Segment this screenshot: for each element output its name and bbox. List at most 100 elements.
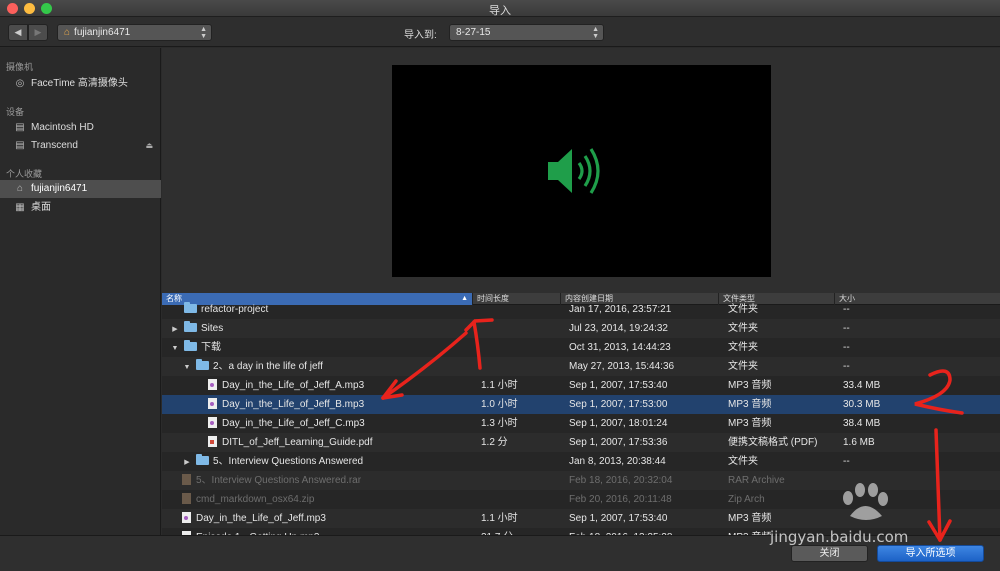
disclosure-collapsed-icon[interactable]: ▶: [182, 453, 192, 472]
nav-buttons: ◀ ▶: [8, 24, 48, 41]
cell-name: Day_in_the_Life_of_Jeff_B.mp3: [208, 395, 513, 414]
cell-kind: 文件夹: [728, 342, 758, 353]
disk-icon: ▤: [15, 140, 25, 151]
disclosure-expanded-icon[interactable]: ▼: [170, 339, 180, 358]
baidu-watermark-logo: [843, 483, 888, 520]
window-title: 导入: [489, 5, 511, 17]
toolbar: ◀ ▶ ⌂ fujianjin6471 ▲ ▼ 导入到: 8-27-15 ▲ ▼: [0, 17, 1000, 47]
file-name: Day_in_the_Life_of_Jeff_A.mp3: [222, 380, 365, 391]
pdf-file-icon: [208, 436, 217, 447]
cell-kind: 文件夹: [728, 323, 758, 334]
file-name: Day_in_the_Life_of_Jeff.mp3: [196, 513, 326, 524]
cell-created: Sep 1, 2007, 18:01:24: [569, 418, 668, 429]
close-button[interactable]: 关闭: [791, 545, 868, 562]
folder-icon: [196, 454, 209, 465]
home-icon: ⌂: [16, 183, 24, 194]
cell-kind: MP3 音频: [728, 418, 772, 429]
table-row[interactable]: Day_in_the_Life_of_Jeff_A.mp3 1.1 小时 Sep 1…: [162, 376, 1000, 395]
location-popup[interactable]: ⌂ fujianjin6471 ▲ ▼: [57, 24, 212, 41]
cell-created: Sep 1, 2007, 17:53:36: [569, 437, 668, 448]
audio-file-icon: [182, 512, 191, 523]
sidebar-item-desktop[interactable]: ▦ 桌面: [0, 199, 161, 217]
cell-created: Jan 17, 2016, 23:57:21: [569, 304, 672, 315]
cell-kind: MP3 音频: [728, 380, 772, 391]
cell-created: Sep 1, 2007, 17:53:00: [569, 399, 668, 410]
back-button[interactable]: ◀: [8, 24, 28, 41]
sidebar-item-macintosh-hd[interactable]: ▤ Macintosh HD: [0, 119, 161, 137]
sidebar-item-label: Transcend: [31, 140, 78, 151]
popup-arrows-icon: ▲ ▼: [200, 26, 207, 40]
media-preview[interactable]: [392, 65, 771, 277]
file-name: 下载: [201, 342, 221, 353]
cell-duration: 1.3 小时: [481, 418, 518, 429]
file-name: cmd_markdown_osx64.zip: [196, 494, 315, 505]
cell-name: 5、Interview Questions Answered.rar: [182, 471, 487, 490]
eject-icon[interactable]: ⏏: [145, 137, 153, 155]
table-row[interactable]: Day_in_the_Life_of_Jeff_C.mp3 1.3 小时 Sep 1…: [162, 414, 1000, 433]
sidebar-item-transcend[interactable]: ▤ Transcend ⏏: [0, 137, 161, 155]
table-row[interactable]: Day_in_the_Life_of_Jeff_B.mp3 1.0 小时 Sep 1…: [162, 395, 1000, 414]
sidebar-header-cameras: 摄像机: [6, 62, 34, 72]
table-row[interactable]: refactor-project Jan 17, 2016, 23:57:21 文件…: [162, 300, 1000, 319]
table-row[interactable]: ▶ 5、Interview Questions Answered Jan 8, 20…: [162, 452, 1000, 471]
sidebar-item-label: Macintosh HD: [31, 122, 94, 133]
cell-duration: 1.1 小时: [481, 513, 518, 524]
cell-duration: 1.1 小时: [481, 380, 518, 391]
cell-size: --: [843, 342, 850, 353]
audio-file-icon: [208, 379, 217, 390]
popup-arrows-icon: ▲ ▼: [592, 26, 599, 40]
cell-name: Day_in_the_Life_of_Jeff.mp3: [182, 509, 487, 528]
import-to-label: 导入到:: [404, 30, 437, 41]
disk-icon: ▤: [15, 122, 25, 133]
import-selected-button[interactable]: 导入所选项: [877, 545, 984, 562]
audio-file-icon: [208, 398, 217, 409]
folder-icon: [184, 302, 197, 313]
destination-popup[interactable]: 8-27-15 ▲ ▼: [449, 24, 604, 41]
sidebar-item-facetime[interactable]: ◎ FaceTime 高清摄像头: [0, 75, 161, 93]
cell-size: --: [843, 304, 850, 315]
sidebar-header-devices: 设备: [6, 107, 25, 117]
cell-duration: 21.7 分: [481, 528, 561, 535]
cell-kind: 文件夹: [728, 456, 758, 467]
cell-size: --: [843, 361, 850, 372]
watermark-text: jingyan.baidu.com: [770, 528, 909, 546]
sidebar-item-label: fujianjin6471: [31, 183, 88, 194]
table-row[interactable]: ▼ 下载 Oct 31, 2013, 14:44:23 文件夹 --: [162, 338, 1000, 357]
forward-button[interactable]: ▶: [28, 24, 48, 41]
cell-name: refactor-project: [170, 300, 475, 319]
file-name: Day_in_the_Life_of_Jeff_C.mp3: [222, 418, 365, 429]
cell-name: Episode 1 - Getting Up.mp3: [182, 528, 487, 535]
archive-icon: [182, 493, 191, 504]
folder-icon: [196, 359, 209, 370]
sidebar-item-home[interactable]: ⌂ fujianjin6471: [0, 180, 161, 198]
table-row[interactable]: ▶ Sites Jul 23, 2014, 19:24:32 文件夹 --: [162, 319, 1000, 338]
folder-icon: [184, 340, 197, 351]
cell-name: cmd_markdown_osx64.zip: [182, 490, 487, 509]
archive-icon: [182, 474, 191, 485]
table-row[interactable]: ▼ 2、a day in the life of jeff May 27, 2013…: [162, 357, 1000, 376]
file-name: 2、a day in the life of jeff: [213, 361, 323, 372]
cell-name: ▼ 下载: [170, 338, 475, 358]
cell-name: ▶ 5、Interview Questions Answered: [182, 452, 487, 472]
disclosure-expanded-icon[interactable]: ▼: [182, 358, 192, 377]
cell-created: Feb 20, 2016, 20:11:48: [569, 494, 672, 505]
cell-created: Sep 1, 2007, 17:53:40: [569, 380, 668, 391]
folder-icon: [184, 321, 197, 332]
preview-area: [162, 48, 1000, 293]
cell-created: Jan 8, 2013, 20:38:44: [569, 456, 666, 467]
speaker-icon: [548, 148, 600, 194]
file-name: refactor-project: [201, 304, 269, 315]
table-row[interactable]: DITL_of_Jeff_Learning_Guide.pdf 1.2 分 Sep …: [162, 433, 1000, 452]
cell-kind: MP3 音频: [728, 399, 772, 410]
file-name: Day_in_the_Life_of_Jeff_B.mp3: [222, 399, 365, 410]
cell-name: ▼ 2、a day in the life of jeff: [182, 357, 487, 377]
cell-size: --: [843, 323, 850, 334]
sidebar-item-label: FaceTime 高清摄像头: [31, 78, 128, 89]
disclosure-collapsed-icon[interactable]: ▶: [170, 320, 180, 339]
home-icon: ⌂: [64, 27, 71, 38]
cell-created: May 27, 2013, 15:44:36: [569, 361, 675, 372]
cell-name: ▶ Sites: [170, 319, 475, 339]
location-label: fujianjin6471: [74, 27, 131, 38]
cell-size: 1.6 MB: [843, 437, 875, 448]
title-bar: 导入: [0, 0, 1000, 17]
